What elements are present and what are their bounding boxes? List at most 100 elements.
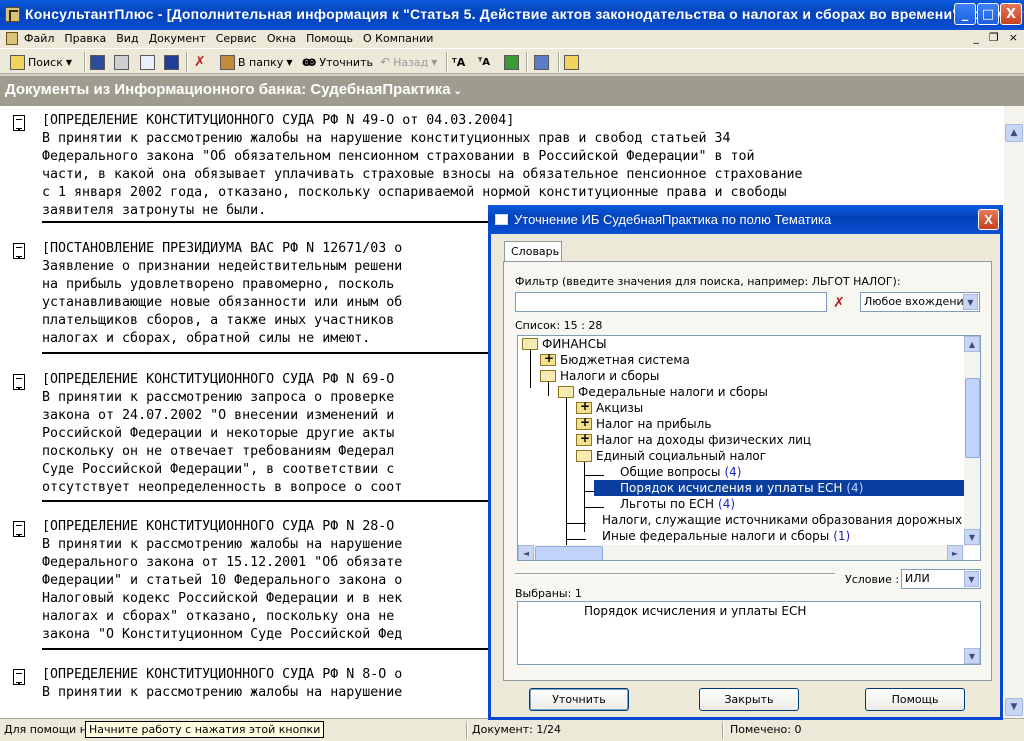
tree-node[interactable]: Налоги и сборы [540,368,659,384]
info-button[interactable] [564,53,579,71]
folder-open-icon[interactable] [558,386,574,398]
tree-node[interactable]: Налог на доходы физических лиц [576,431,811,448]
document-icon [13,521,25,537]
selected-item[interactable]: Порядок исчисления и уплаты ЕСН [584,604,806,618]
tree-scroll-down-button[interactable]: ▼ [964,529,980,545]
document-menu-icon[interactable] [6,32,18,45]
chevron-down-icon[interactable]: ▼ [963,294,978,310]
splitter[interactable] [515,573,835,576]
document-scrollbar[interactable]: ▲ ▼ [1004,106,1024,718]
tree-node[interactable]: Единый социальный налог [576,448,766,464]
tree-node[interactable]: Порядок исчисления и уплаты ЕСН (4) [594,480,964,496]
dialog-close-button[interactable]: X [978,209,999,230]
folder-plus-icon[interactable] [576,415,592,430]
font-bigger-button[interactable]: ᵀA [452,53,465,71]
close-button[interactable]: X [1000,3,1022,25]
save-icon [90,54,105,70]
help-arrow-icon [534,54,549,70]
separator [42,221,522,223]
topic-tree[interactable]: ФИНАНСЫ Бюджетная система Налоги и сборы Фе… [517,335,981,561]
menu-item-4[interactable]: Сервис [216,32,257,45]
clear-filter-button[interactable]: ✗ [829,293,849,313]
app-icon[interactable] [5,7,20,22]
save-button[interactable] [90,53,105,71]
mdi-restore-button[interactable]: ❐ [989,31,999,44]
minimize-button[interactable]: _ [954,3,976,25]
menu-item-0[interactable]: Файл [24,32,54,45]
print-button[interactable] [114,53,129,71]
refine-button[interactable]: ꙭ Уточнить [302,53,373,71]
help-button[interactable]: Помощь [865,688,965,711]
chevron-down-icon[interactable]: ⌄ [454,86,462,97]
document-list-title: Документы из Информационного банка: Суде… [5,81,451,98]
tree-node-label: Налоги и сборы [560,369,660,383]
preview-button[interactable] [140,53,155,71]
search-dropdown-icon[interactable]: ▼ [66,58,72,67]
filter-input[interactable] [515,292,827,312]
tree-scroll-right-button[interactable]: ► [947,545,963,560]
mdi-close-button[interactable]: × [1009,31,1018,44]
document-icon [13,669,25,685]
folder-open-icon[interactable] [576,450,592,462]
tree-node[interactable]: ФИНАНСЫ [522,336,607,352]
refine-label: Уточнить [319,55,373,69]
status-marked-counter: Помечено: 0 [730,723,802,736]
match-mode-select[interactable]: Любое вхождение ▼ [860,292,980,312]
tree-node[interactable]: Налог на прибыль [576,415,711,432]
context-help-button[interactable] [534,53,549,71]
selected-counter: Выбраны: 1 [515,587,582,600]
mdi-minimize-button[interactable]: _ [973,31,979,44]
search-button[interactable]: Поиск ▼ [10,53,72,71]
tree-node-label: Бюджетная система [560,353,690,367]
back-dropdown-icon[interactable]: ▼ [431,58,437,67]
to-folder-dropdown-icon[interactable]: ▼ [286,58,292,67]
tree-node[interactable]: Акцизы [576,399,643,416]
dialog-close-text-button[interactable]: Закрыть [699,688,799,711]
tree-scroll-left-button[interactable]: ◄ [518,545,534,560]
chevron-down-icon[interactable]: ▼ [964,571,979,587]
menu-items: Файл Правка Вид Документ Сервис Окна Помощь О К… [24,32,433,45]
tree-scroll-up-button[interactable]: ▲ [964,336,980,352]
tree-scroll-thumb[interactable] [965,378,980,458]
menu-item-7[interactable]: О Компании [363,32,433,45]
selected-list[interactable]: Порядок исчисления и уплаты ЕСН ▼ [517,601,981,665]
tree-node[interactable]: Общие вопросы (4) [594,464,741,480]
menu-item-1[interactable]: Правка [64,32,106,45]
binoculars-icon: ꙭ [302,54,317,70]
font-bigger-icon: ᵀA [452,55,466,69]
menu-item-5[interactable]: Окна [267,32,296,45]
delete-button[interactable]: ✗ [194,53,206,71]
folder-open-icon[interactable] [540,370,556,382]
tree-node-count: (4) [724,465,742,479]
to-folder-button[interactable]: В папку ▼ [220,53,292,71]
maximize-button[interactable]: □ [977,3,999,25]
menu-item-3[interactable]: Документ [149,32,206,45]
folder-open-icon[interactable] [522,338,538,350]
tree-node-count: (4) [718,497,736,511]
refine-dialog: Уточнение ИБ СудебнаяПрактика по полю Те… [488,205,1003,720]
tab-dictionary[interactable]: Словарь [504,241,562,262]
tree-node[interactable]: Льготы по ЕСН (4) [594,496,735,512]
tree-node[interactable]: Иные федеральные налоги и сборы (1) [576,528,850,544]
maximize-icon: □ [981,6,995,22]
export-button[interactable] [504,53,519,71]
selected-scroll-down-button[interactable]: ▼ [964,648,980,664]
back-button[interactable]: ↶ Назад ▼ [380,53,437,71]
menu-item-6[interactable]: Помощь [306,32,353,45]
scroll-down-button[interactable]: ▼ [1005,698,1023,716]
font-smaller-button[interactable]: ᵀA [478,53,490,71]
word-export-button[interactable] [164,53,179,71]
word-icon [164,54,179,70]
folder-plus-icon[interactable] [576,431,592,446]
folder-plus-icon[interactable] [540,351,556,366]
condition-select[interactable]: ИЛИ ▼ [901,569,981,589]
close-icon: X [984,212,993,227]
tree-hscroll-thumb[interactable] [535,546,603,560]
folder-plus-icon[interactable] [576,399,592,414]
refine-submit-button[interactable]: Уточнить [529,688,629,711]
tree-node[interactable]: Налоги, служащие источниками образования… [576,512,980,528]
tree-node[interactable]: Бюджетная система [540,351,690,368]
tree-node[interactable]: Федеральные налоги и сборы [558,384,768,400]
menu-item-2[interactable]: Вид [116,32,138,45]
scroll-up-button[interactable]: ▲ [1005,124,1023,142]
